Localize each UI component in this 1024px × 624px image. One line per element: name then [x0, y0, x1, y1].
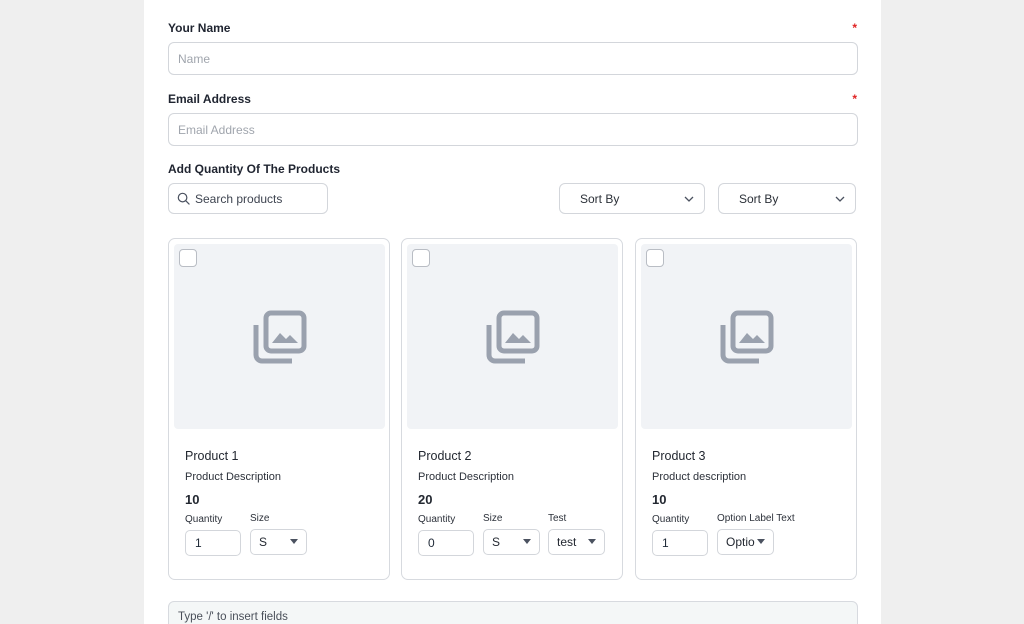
email-label: Email Address	[168, 92, 251, 106]
image-gallery-icon	[253, 310, 306, 363]
size-select-value: S	[259, 535, 268, 549]
image-gallery-icon	[486, 310, 539, 363]
form-panel: Your Name * Email Address * Add Quantity…	[144, 0, 881, 624]
product-description: Product Description	[418, 471, 514, 483]
option-select-value: Optio	[726, 535, 755, 549]
size-select[interactable]: S	[483, 529, 540, 555]
product-title: Product 1	[185, 449, 239, 463]
product-image-placeholder	[407, 244, 618, 429]
product-search[interactable]	[168, 183, 328, 214]
product-description: Product Description	[185, 471, 281, 483]
option-label-size: Size	[483, 513, 503, 524]
product-select-checkbox[interactable]	[646, 249, 664, 267]
products-label: Add Quantity Of The Products	[168, 162, 341, 176]
product-price: 10	[185, 492, 200, 507]
caret-down-icon	[588, 539, 596, 544]
sort-by-select-2[interactable]: Sort By	[718, 183, 856, 214]
quantity-label: Quantity	[418, 514, 456, 525]
size-select[interactable]: S	[250, 529, 307, 555]
product-title: Product 3	[652, 449, 706, 463]
product-image-placeholder	[641, 244, 852, 429]
email-input[interactable]	[168, 113, 858, 146]
name-required-mark: *	[852, 21, 857, 35]
product-description: Product description	[652, 471, 747, 483]
option-select[interactable]: Optio	[717, 529, 774, 555]
test-select[interactable]: test	[548, 529, 605, 555]
product-select-checkbox[interactable]	[179, 249, 197, 267]
caret-down-icon	[523, 539, 531, 544]
quantity-input[interactable]	[652, 530, 708, 556]
insert-fields-editor[interactable]: Type '/' to insert fields	[168, 601, 858, 624]
product-price: 20	[418, 492, 433, 507]
product-card-3: Product 3 Product description 10 Quantit…	[635, 238, 857, 580]
size-select-value: S	[492, 535, 501, 549]
search-icon	[177, 192, 190, 205]
name-label: Your Name	[168, 21, 231, 35]
quantity-input[interactable]	[185, 530, 241, 556]
editor-placeholder: Type '/' to insert fields	[178, 611, 288, 623]
sort-by-value: Sort By	[580, 191, 620, 206]
chevron-down-icon	[835, 196, 845, 202]
caret-down-icon	[290, 539, 298, 544]
image-gallery-icon	[720, 310, 773, 363]
product-search-input[interactable]	[195, 191, 315, 206]
test-select-value: test	[557, 535, 577, 549]
chevron-down-icon	[684, 196, 694, 202]
quantity-label: Quantity	[652, 514, 690, 525]
sort-by-value: Sort By	[739, 191, 779, 206]
product-image-placeholder	[174, 244, 385, 429]
product-title: Product 2	[418, 449, 472, 463]
option-label-test: Test	[548, 513, 567, 524]
quantity-label: Quantity	[185, 514, 223, 525]
email-required-mark: *	[852, 92, 857, 106]
option-label-size: Size	[250, 513, 270, 524]
quantity-input[interactable]	[418, 530, 474, 556]
product-select-checkbox[interactable]	[412, 249, 430, 267]
name-input[interactable]	[168, 42, 858, 75]
sort-by-select-1[interactable]: Sort By	[559, 183, 705, 214]
product-card-2: Product 2 Product Description 20 Quantit…	[401, 238, 623, 580]
product-card-1: Product 1 Product Description 10 Quantit…	[168, 238, 390, 580]
caret-down-icon	[757, 539, 765, 544]
product-price: 10	[652, 492, 667, 507]
option-label-text: Option Label Text	[717, 513, 795, 524]
